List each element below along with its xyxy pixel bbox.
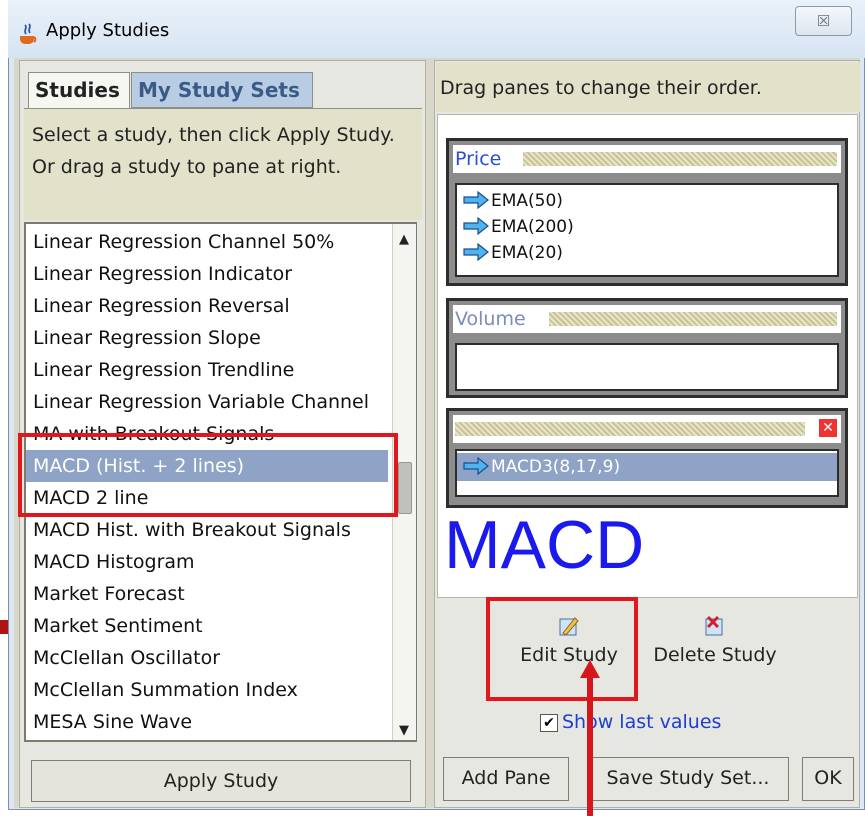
drag-handle[interactable] [455,422,805,436]
study-list-item[interactable]: Linear Regression Indicator [33,258,292,290]
apply-study-button[interactable]: Apply Study [31,760,411,802]
tab-my-study-sets[interactable]: My Study Sets [131,72,313,108]
study-list-item[interactable]: Linear Regression Trendline [33,354,294,386]
scroll-up-arrow-icon[interactable]: ▲ [394,232,414,250]
ok-button[interactable]: OK [802,757,854,801]
study-item[interactable]: EMA(200) [463,215,574,239]
arrow-right-icon [463,457,489,475]
volume-pane-studies [455,343,839,391]
instructions-text: Select a study, then click Apply Study. … [24,108,422,220]
annotation-arrow-head-icon [580,660,600,678]
study-list-item[interactable]: MACD Hist. with Breakout Signals [33,514,351,546]
study-item[interactable]: EMA(50) [463,189,563,213]
macd-pane[interactable]: ✕ MACD3(8,17,9) [446,408,848,508]
show-last-values-checkbox[interactable]: ✔ Show last values [540,708,721,736]
delete-study-icon [705,615,723,636]
scroll-down-arrow-icon[interactable]: ▼ [394,723,414,741]
study-list-item[interactable]: Market Sentiment [33,610,203,642]
macd-annotation-label: MACD [444,507,645,583]
scroll-thumb[interactable] [398,462,412,514]
pane-title-price: Price [455,148,502,170]
annotation-highlight-macd-items [18,433,398,517]
study-item[interactable]: EMA(20) [463,241,563,265]
pane-title-volume: Volume [455,308,526,330]
checkbox-checked-icon[interactable]: ✔ [540,714,558,732]
study-item-selected[interactable]: MACD3(8,17,9) [463,455,620,479]
study-list-item[interactable]: Market Forecast [33,578,185,610]
drag-handle[interactable] [523,152,837,166]
study-list-item[interactable]: Linear Regression Reversal [33,290,290,322]
study-list-item[interactable]: McClellan Summation Index [33,674,298,706]
study-label: EMA(20) [491,243,563,263]
price-pane[interactable]: Price EMA(50) EMA(200) EMA(20) [446,138,848,286]
study-list-item[interactable]: Linear Regression Slope [33,322,261,354]
annotation-highlight-edit-study [486,597,638,701]
volume-pane[interactable]: Volume [446,298,848,398]
price-pane-studies: EMA(50) EMA(200) EMA(20) [455,183,839,277]
arrow-right-icon [463,243,489,261]
arrow-right-icon [463,191,489,209]
delete-study-button[interactable]: Delete Study [642,604,788,690]
panes-hint-text: Drag panes to change their order. [436,62,860,112]
study-label: EMA(200) [491,217,574,237]
arrow-right-icon [463,217,489,235]
background-chart-mark [0,620,8,634]
show-last-values-label: Show last values [562,711,722,733]
study-label: EMA(50) [491,191,563,211]
drag-handle[interactable] [549,312,837,326]
window-title: Apply Studies [46,20,170,41]
study-list-item[interactable]: Linear Regression Variable Channel [33,386,369,418]
macd-pane-studies: MACD3(8,17,9) [455,449,839,497]
study-list-item[interactable]: Linear Regression Channel 50% [33,226,334,258]
annotation-arrow-shaft [587,675,593,816]
close-button[interactable]: ☒ [795,6,852,36]
study-label: MACD3(8,17,9) [491,457,621,477]
save-study-set-button[interactable]: Save Study Set... [587,757,789,801]
study-list-item[interactable]: McClellan Oscillator [33,642,220,674]
close-pane-icon[interactable]: ✕ [819,419,837,437]
study-list-item[interactable]: MESA Sine Wave [33,706,192,738]
delete-study-label: Delete Study [653,644,777,666]
java-cup-icon [20,23,37,44]
add-pane-button[interactable]: Add Pane [443,757,569,801]
tab-studies[interactable]: Studies [28,72,130,108]
study-list-item[interactable]: MACD Histogram [33,546,195,578]
